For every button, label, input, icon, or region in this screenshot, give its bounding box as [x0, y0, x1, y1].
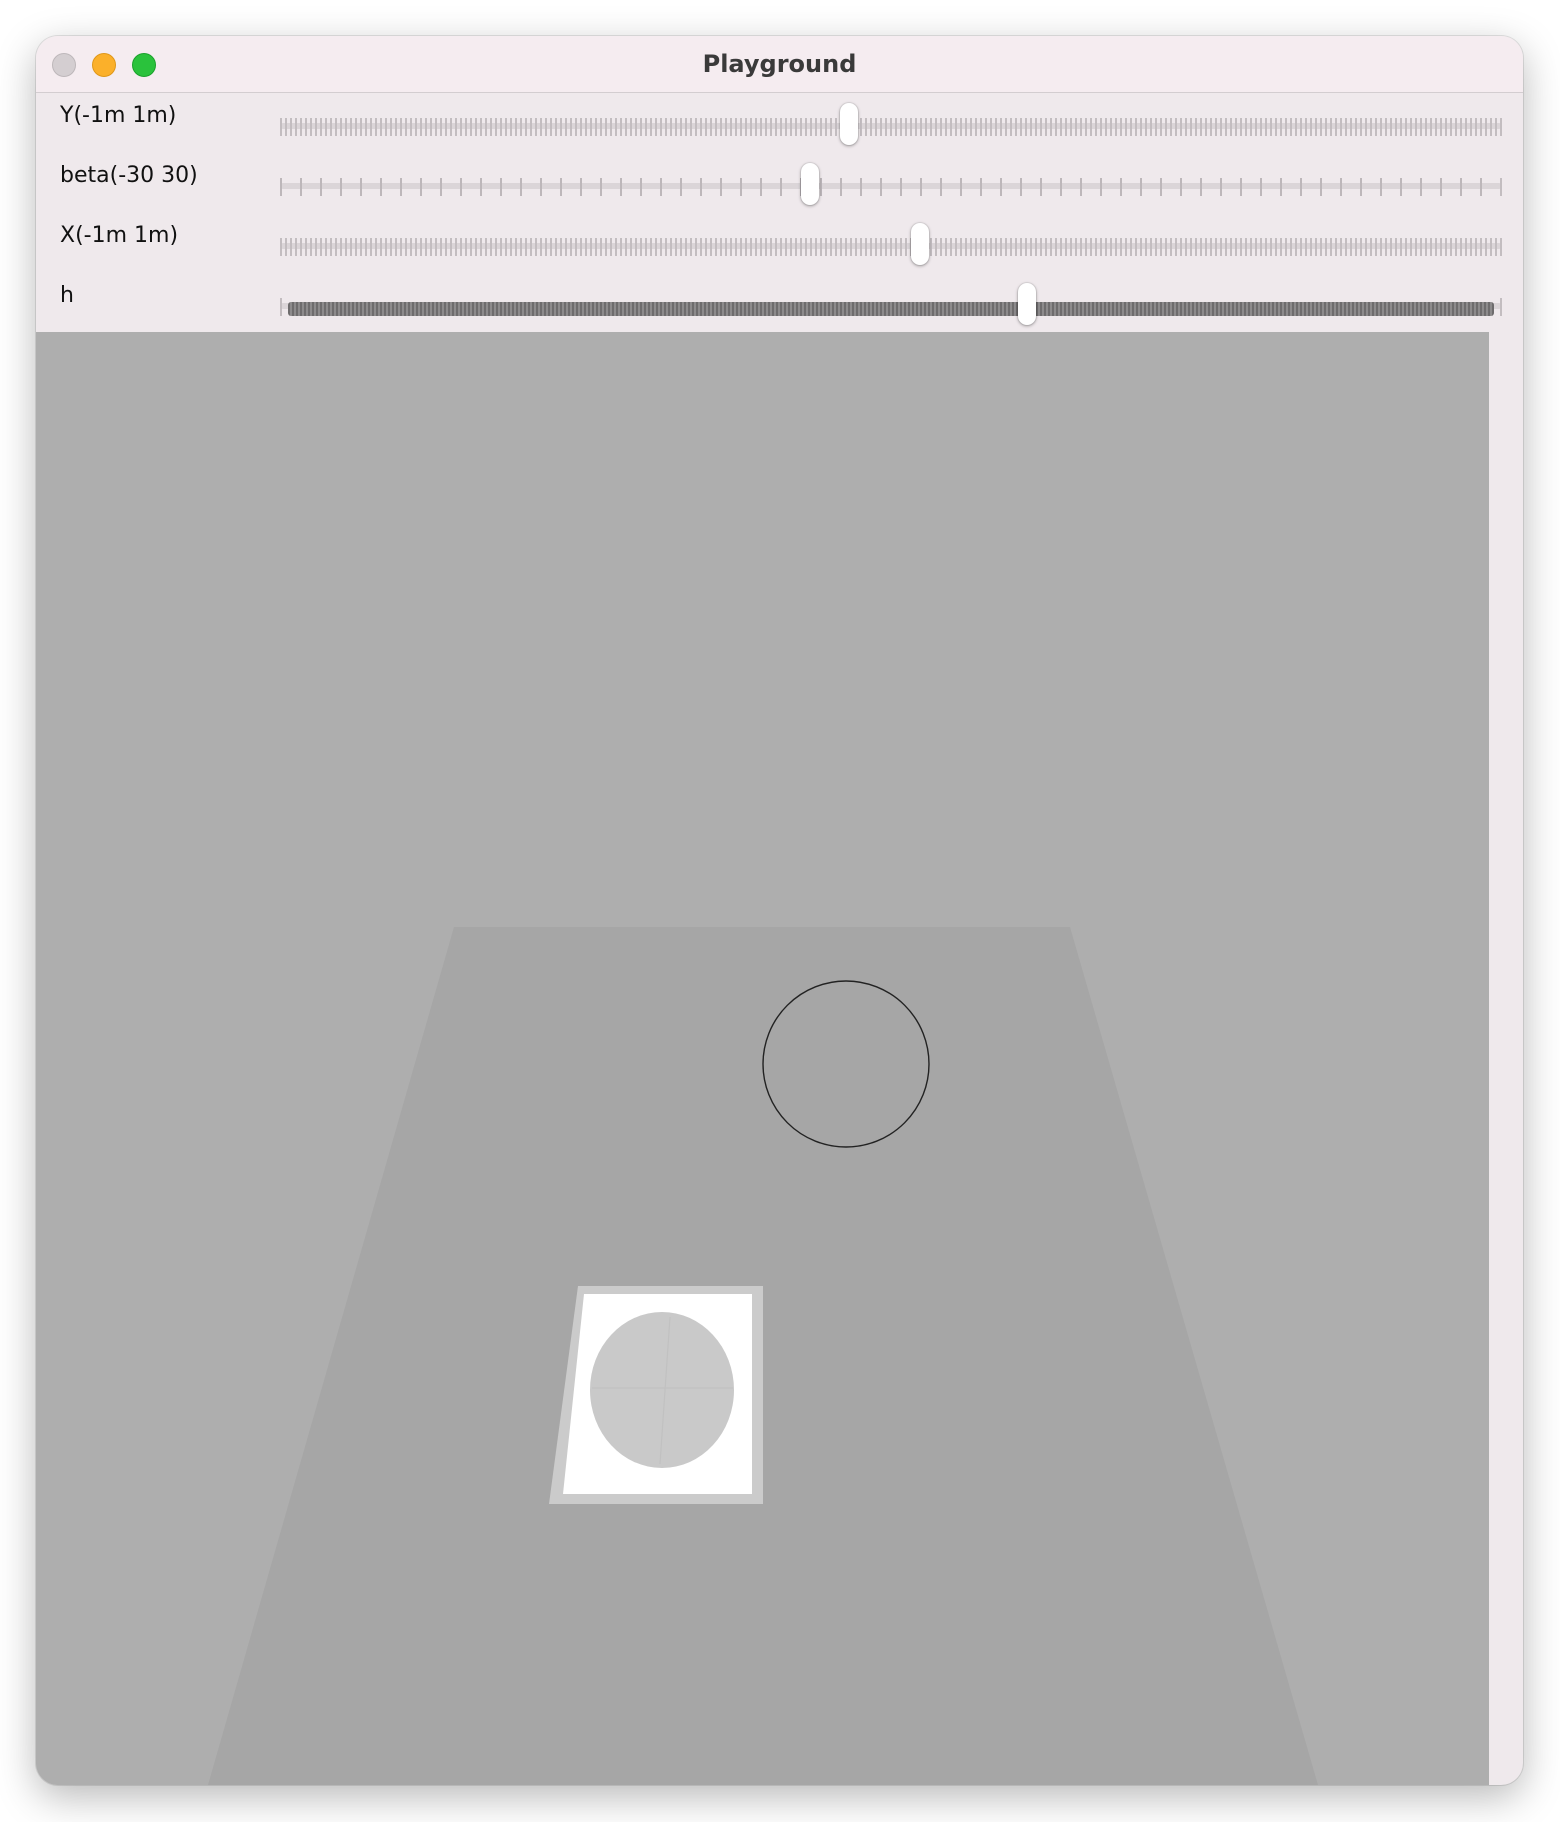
slider-start-tick: [280, 298, 282, 316]
slider-panel: Y(-1m 1m) beta(-30 30) X(-1m 1m) h: [36, 93, 1523, 368]
slider-row-beta: beta(-30 30): [36, 153, 1523, 213]
scene-canvas: [36, 332, 1489, 1785]
slider-row-x: X(-1m 1m): [36, 213, 1523, 273]
slider-ticks: [280, 118, 1502, 136]
slider-label-h: h: [60, 283, 74, 308]
beta-slider-thumb[interactable]: [801, 163, 820, 205]
slider-label-x: X(-1m 1m): [60, 223, 179, 248]
title-bar[interactable]: Playground: [36, 36, 1523, 93]
scene-viewport[interactable]: [36, 332, 1489, 1785]
slider-row-y: Y(-1m 1m): [36, 93, 1523, 153]
x-slider-thumb[interactable]: [911, 223, 930, 265]
h-slider-thumb[interactable]: [1017, 283, 1036, 325]
slider-end-tick: [1500, 118, 1502, 136]
h-slider[interactable]: [280, 283, 1502, 325]
y-slider[interactable]: [280, 103, 1502, 145]
slider-ticks: [280, 238, 1502, 256]
slider-label-beta: beta(-30 30): [60, 163, 198, 188]
slider-label-y: Y(-1m 1m): [60, 103, 177, 128]
slider-end-tick: [1500, 298, 1502, 316]
y-slider-thumb[interactable]: [840, 103, 859, 145]
slider-ticks: [280, 178, 1502, 196]
x-slider[interactable]: [280, 223, 1502, 265]
beta-slider[interactable]: [280, 163, 1502, 205]
slider-row-h: h: [36, 273, 1523, 333]
window-title: Playground: [702, 50, 857, 78]
marker-disc: [590, 1312, 734, 1468]
slider-dense-ticks: [288, 302, 1494, 316]
slider-end-tick: [1500, 178, 1502, 196]
slider-end-tick: [1500, 238, 1502, 256]
playground-window: Playground Y(-1m 1m) beta(-30 30) X(-1m …: [36, 36, 1523, 1785]
